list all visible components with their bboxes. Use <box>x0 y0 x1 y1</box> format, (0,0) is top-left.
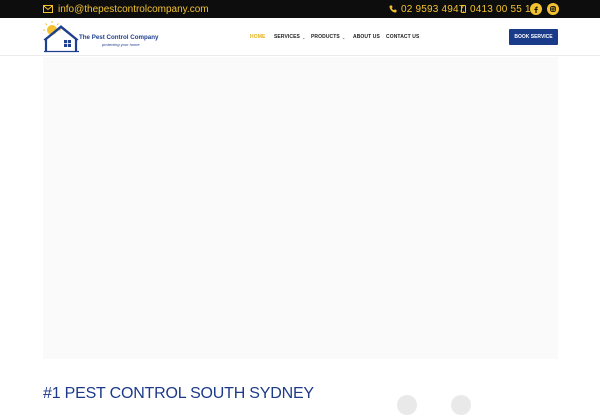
nav-products-label: PRODUCTS <box>311 34 340 40</box>
logo-tagline: protecting your home <box>102 42 140 47</box>
nav-services-label: SERVICES <box>274 34 300 40</box>
nav-about[interactable]: ABOUT US <box>353 32 380 42</box>
hero-banner <box>43 57 558 359</box>
phone-link[interactable]: 02 9593 4947 <box>389 3 465 15</box>
chevron-down-icon: ⌄ <box>302 34 306 40</box>
phone-text: 02 9593 4947 <box>401 3 465 15</box>
instagram-button[interactable] <box>547 3 559 15</box>
facebook-button[interactable] <box>530 3 542 15</box>
email-link[interactable]: info@thepestcontrolcompany.com <box>43 3 209 15</box>
nav-about-label: ABOUT US <box>353 34 380 40</box>
instagram-icon <box>550 6 556 12</box>
nav-contact[interactable]: CONTACT US <box>386 32 419 42</box>
decorative-circle <box>451 395 471 415</box>
mobile-text: 0413 00 55 11 <box>470 3 536 15</box>
nav-services[interactable]: SERVICES ⌄ <box>274 32 305 42</box>
facebook-icon <box>534 6 538 13</box>
mobile-link[interactable]: 0413 00 55 11 <box>461 3 536 15</box>
nav-home-label: HOME <box>250 34 266 40</box>
envelope-icon <box>43 5 53 13</box>
book-service-button[interactable]: BOOK SERVICE <box>509 29 558 45</box>
site-header: The Pest Control Company protecting your… <box>0 18 600 56</box>
phone-icon <box>389 5 397 13</box>
nav-contact-label: CONTACT US <box>386 34 420 40</box>
house-logo-icon <box>43 21 79 53</box>
logo-brand-name: The Pest Control Company <box>79 34 159 41</box>
nav-home[interactable]: HOME <box>250 32 265 42</box>
nav-products[interactable]: PRODUCTS ⌄ <box>311 32 345 42</box>
decorative-circle <box>397 395 417 415</box>
site-logo[interactable]: The Pest Control Company protecting your… <box>43 21 163 53</box>
chevron-down-icon: ⌄ <box>341 34 346 40</box>
top-bar: info@thepestcontrolcompany.com 02 9593 4… <box>0 0 600 18</box>
email-text: info@thepestcontrolcompany.com <box>58 3 209 15</box>
page-heading: #1 PEST CONTROL SOUTH SYDNEY <box>43 385 314 402</box>
mobile-icon <box>461 5 466 13</box>
